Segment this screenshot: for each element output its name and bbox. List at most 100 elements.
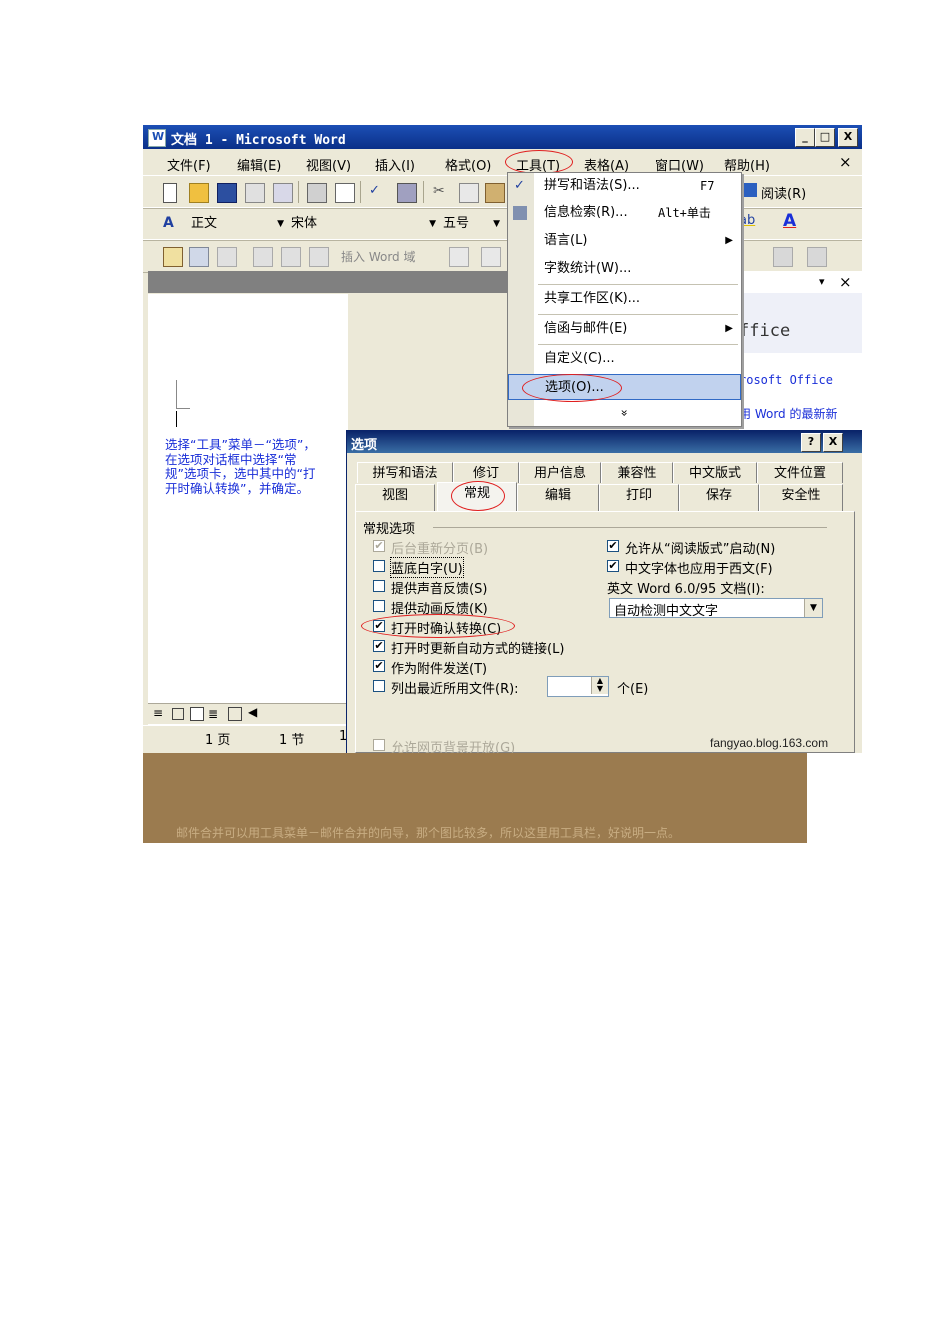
normal-view-icon[interactable]: ≡ <box>153 706 163 720</box>
scroll-left-icon[interactable]: ◀ <box>248 705 257 719</box>
option-label: 打开时更新自动方式的链接(L) <box>391 642 565 657</box>
checkbox[interactable]: ✔ <box>607 560 619 572</box>
dialog-close-button[interactable]: X <box>823 433 843 452</box>
data-source-icon[interactable] <box>189 247 209 267</box>
task-pane-dropdown-icon[interactable]: ▾ <box>819 275 825 288</box>
reading-mode-button[interactable]: 阅读(R) <box>761 183 806 202</box>
merge-to-email-icon[interactable] <box>807 247 827 267</box>
tab-save[interactable]: 保存 <box>679 484 759 511</box>
reading-view-icon[interactable] <box>228 707 242 721</box>
option-label: 作为附件发送(T) <box>391 662 488 677</box>
print-layout-icon[interactable] <box>190 707 204 721</box>
standard-toolbar: ✓ ✂ 阅读(R) <box>143 175 862 209</box>
task-pane-link[interactable]: rosoft Office <box>739 373 833 387</box>
highlight-circle-options <box>522 374 622 402</box>
spinner-icon[interactable]: ▲ ▼ <box>591 677 608 694</box>
menu-format[interactable]: 格式(O) <box>445 155 491 174</box>
save-icon[interactable] <box>217 183 237 203</box>
chevron-down-icon[interactable]: ▼ <box>804 599 822 617</box>
tab-compatibility[interactable]: 兼容性 <box>601 462 673 483</box>
menu-item-shared-workspace[interactable]: 共享工作区(K)... <box>508 286 741 312</box>
tab-user-info[interactable]: 用户信息 <box>519 462 601 483</box>
word6-select[interactable]: 自动检测中文文字 ▼ <box>609 598 823 619</box>
checkbox[interactable]: ✔ <box>607 540 619 552</box>
menu-item-word-count[interactable]: 字数统计(W)... <box>508 256 741 282</box>
formatting-toolbar: A 正文 ▼ 宋体 ▼ 五号 ▼ ab A <box>143 207 862 241</box>
expand-chevron-icon: » <box>617 409 632 417</box>
tab-security[interactable]: 安全性 <box>759 484 843 511</box>
copy-icon[interactable] <box>459 183 479 203</box>
permission-icon[interactable] <box>245 183 265 203</box>
minimize-button[interactable]: _ <box>795 128 815 147</box>
insert-address-icon[interactable] <box>253 247 273 267</box>
cut-icon[interactable]: ✂ <box>433 183 451 201</box>
research-icon[interactable] <box>397 183 417 203</box>
menu-item-letters-mailings[interactable]: 信函与邮件(E) ▶ <box>508 316 741 342</box>
checkbox[interactable] <box>373 600 385 612</box>
menu-item-label: 语言(L) <box>544 233 588 248</box>
insert-greeting-icon[interactable] <box>281 247 301 267</box>
edit-recipients-icon[interactable] <box>217 247 237 267</box>
word6-label: 英文 Word 6.0/95 文档(I): <box>607 582 765 597</box>
checkbox[interactable]: ✔ <box>373 640 385 652</box>
font-combo[interactable]: 宋体 ▼ <box>287 214 439 234</box>
option-label: 后台重新分页(B) <box>391 542 489 557</box>
document-page[interactable] <box>148 294 348 753</box>
menu-edit[interactable]: 编辑(E) <box>237 155 281 174</box>
style-combo[interactable]: 正文 ▼ <box>187 214 287 234</box>
highlight-fields-icon[interactable] <box>481 247 501 267</box>
menu-item-customize[interactable]: 自定义(C)... <box>508 346 741 372</box>
maximize-button[interactable]: □ <box>815 128 835 147</box>
menu-expand[interactable]: » <box>508 400 741 426</box>
email-icon[interactable] <box>273 183 293 203</box>
menu-view[interactable]: 视图(V) <box>306 155 351 174</box>
menubar-close-icon[interactable]: × <box>839 153 852 171</box>
menu-item-research[interactable]: 信息检索(R)... Alt+单击 <box>508 200 741 226</box>
menu-item-spelling[interactable]: ✓ 拼写和语法(S)... F7 <box>508 173 741 199</box>
tab-view[interactable]: 视图 <box>355 484 435 511</box>
recent-files-count-input[interactable]: ▲ ▼ <box>547 676 609 697</box>
tab-spelling-grammar[interactable]: 拼写和语法 <box>357 462 453 483</box>
outline-view-icon[interactable]: ≣ <box>208 707 218 721</box>
tab-asian-typography[interactable]: 中文版式 <box>673 462 757 483</box>
help-button[interactable]: ? <box>801 433 821 452</box>
tab-edit[interactable]: 编辑 <box>517 484 599 511</box>
font-size-combo[interactable]: 五号 ▼ <box>439 214 503 234</box>
options-dialog: 选项 ? X 拼写和语法 修订 用户信息 兼容性 中文版式 文件位置 视图 常规… <box>346 430 862 753</box>
checkbox[interactable] <box>373 739 385 751</box>
margin-marker <box>176 408 190 409</box>
checkbox[interactable] <box>373 580 385 592</box>
print-icon[interactable] <box>307 183 327 203</box>
menu-insert[interactable]: 插入(I) <box>375 155 415 174</box>
open-folder-icon[interactable] <box>189 183 209 203</box>
checkbox[interactable] <box>373 560 385 572</box>
paste-icon[interactable] <box>485 183 505 203</box>
menu-item-label: 信息检索(R)... <box>544 205 628 220</box>
task-pane-close-icon[interactable]: × <box>839 273 852 291</box>
checkbox[interactable]: ✔ <box>373 660 385 672</box>
option-label: 列出最近所用文件(R): <box>391 682 519 697</box>
print-preview-icon[interactable] <box>335 183 355 203</box>
styles-icon[interactable]: A <box>163 215 174 231</box>
checkbox: ✔ <box>373 539 385 552</box>
tab-track-changes[interactable]: 修订 <box>453 462 519 483</box>
main-document-icon[interactable] <box>163 247 183 267</box>
menu-item-language[interactable]: 语言(L) ▶ <box>508 228 741 254</box>
spelling-icon[interactable]: ✓ <box>369 183 387 201</box>
tab-print[interactable]: 打印 <box>599 484 679 511</box>
word6-select-value: 自动检测中文文字 <box>614 604 719 619</box>
insert-word-field-button[interactable]: 插入 Word 域 <box>341 248 415 265</box>
dialog-title-bar: 选项 ? X <box>347 431 862 453</box>
insert-field-icon[interactable] <box>309 247 329 267</box>
menu-file[interactable]: 文件(F) <box>167 155 211 174</box>
close-button[interactable]: X <box>838 128 858 147</box>
task-pane-link[interactable]: 用 Word 的最新新 <box>739 405 837 422</box>
font-color-icon[interactable]: A <box>783 211 796 231</box>
new-document-icon[interactable] <box>163 183 177 203</box>
font-value: 宋体 <box>291 216 318 231</box>
merge-to-printer-icon[interactable] <box>773 247 793 267</box>
view-merged-data-icon[interactable] <box>449 247 469 267</box>
web-view-icon[interactable] <box>172 708 184 720</box>
tab-file-locations[interactable]: 文件位置 <box>757 462 843 483</box>
checkbox[interactable] <box>373 680 385 692</box>
